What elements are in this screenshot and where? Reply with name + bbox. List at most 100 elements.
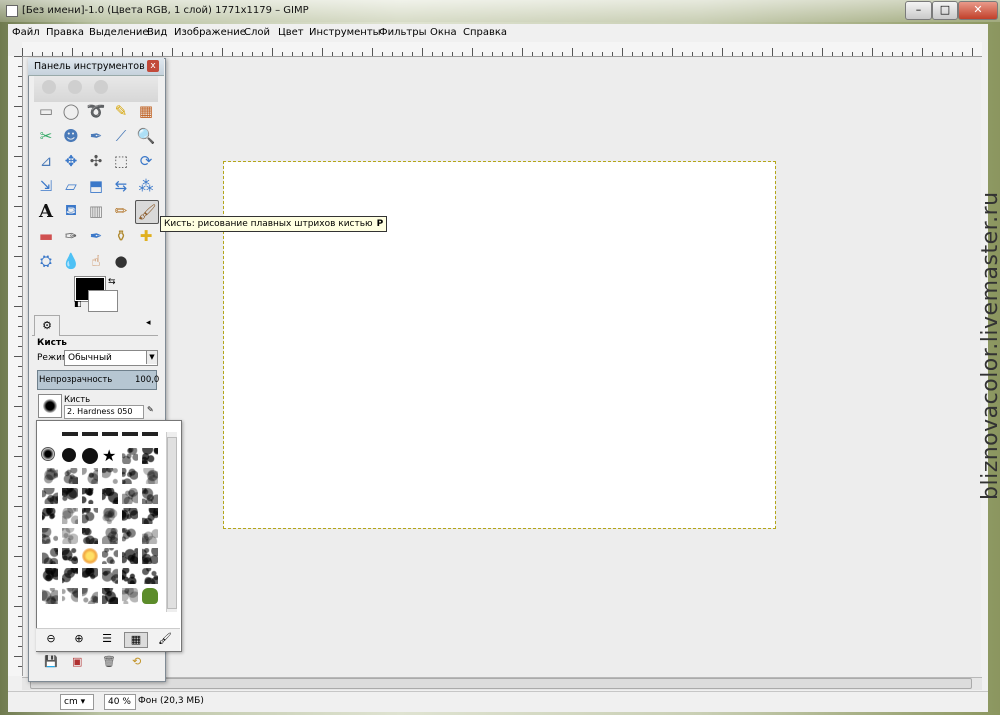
smudge-icon[interactable]: ☝ [85, 250, 107, 272]
brush-thumbnail[interactable] [142, 568, 158, 584]
brush-thumbnail[interactable] [102, 508, 118, 524]
crop-icon[interactable]: ⬚ [110, 150, 132, 172]
brush-thumbnail[interactable] [102, 432, 118, 436]
blur-icon[interactable]: 💧 [60, 250, 82, 272]
brush-thumbnail[interactable] [142, 508, 158, 524]
flip-icon[interactable]: ⇆ [110, 175, 132, 197]
brush-thumbnail[interactable] [142, 468, 158, 484]
brush-thumbnail[interactable] [42, 528, 58, 544]
bucket-fill-icon[interactable]: ⛾ [60, 200, 82, 222]
lasso-icon[interactable]: ➰ [85, 100, 107, 122]
brush-thumbnail[interactable] [122, 568, 138, 584]
list-view-icon[interactable]: ☰ [98, 632, 116, 646]
maximize-button[interactable]: □ [932, 1, 958, 20]
tab-tool-options[interactable]: ⚙ [34, 315, 60, 336]
brush-thumbnail[interactable] [102, 568, 118, 584]
brush-thumbnail[interactable] [62, 548, 78, 564]
edit-brush-icon[interactable]: 🖌 [156, 632, 174, 646]
brush-thumbnail[interactable] [42, 468, 58, 484]
brush-thumbnail[interactable] [122, 448, 138, 464]
unit-select[interactable]: cm ▾ [60, 694, 94, 710]
zoom-in-icon[interactable]: ⊕ [70, 632, 88, 646]
brush-thumbnail[interactable] [42, 588, 58, 604]
brush-thumbnail[interactable] [102, 588, 118, 604]
chevron-down-icon[interactable]: ▼ [146, 351, 157, 364]
brush-thumbnail[interactable] [82, 548, 98, 564]
restore-options-icon[interactable]: ▣ [72, 655, 82, 668]
eraser-icon[interactable]: ▬ [35, 225, 57, 247]
brush-thumbnail[interactable] [82, 588, 98, 604]
brush-thumbnail[interactable] [62, 432, 78, 436]
perspective-icon[interactable]: ⬒ [85, 175, 107, 197]
brush-thumbnail[interactable] [82, 468, 98, 484]
zoom-icon[interactable]: 🔍 [135, 125, 157, 147]
minimize-button[interactable]: – [905, 1, 932, 20]
heal-icon[interactable]: ✚ [135, 225, 157, 247]
brush-thumbnail[interactable] [62, 508, 78, 524]
brush-thumbnail[interactable] [62, 468, 78, 484]
swap-colors-icon[interactable]: ⇆ [108, 277, 116, 287]
clone-icon[interactable]: ⚱ [110, 225, 132, 247]
brush-name-field[interactable]: 2. Hardness 050 [64, 405, 144, 419]
rotate-icon[interactable]: ⟳ [135, 150, 157, 172]
ink-icon[interactable]: ✒ [85, 225, 107, 247]
brush-thumbnail[interactable] [102, 548, 118, 564]
brush-thumbnail[interactable] [62, 568, 78, 584]
delete-options-icon[interactable]: 🗑 [102, 655, 116, 668]
brush-thumbnail[interactable] [122, 508, 138, 524]
save-options-icon[interactable]: 💾 [44, 655, 58, 668]
menu-file[interactable]: Файл [12, 27, 40, 38]
menu-edit[interactable]: Правка [46, 27, 84, 38]
brush-thumbnail[interactable] [82, 448, 98, 464]
zoom-out-icon[interactable]: ⊖ [42, 632, 60, 646]
toolbox-close-button[interactable]: x [147, 60, 159, 72]
menu-tools[interactable]: Инструменты [309, 27, 381, 38]
brush-thumbnail[interactable] [82, 432, 98, 436]
mode-select[interactable]: Обычный [64, 350, 158, 366]
brush-preview-button[interactable] [38, 394, 62, 418]
brush-thumbnail[interactable] [102, 528, 118, 544]
paintbrush-icon[interactable]: 🖌 [135, 200, 159, 224]
menu-help[interactable]: Справка [463, 27, 507, 38]
blend-icon[interactable]: ▥ [85, 200, 107, 222]
brush-thumbnail[interactable] [142, 588, 158, 604]
menu-select[interactable]: Выделение [89, 27, 149, 38]
brush-thumbnail[interactable] [142, 548, 158, 564]
zoom-select[interactable]: 40 % [104, 694, 136, 710]
ellipse-select-icon[interactable]: ◯ [60, 100, 82, 122]
menu-windows[interactable]: Окна [430, 27, 457, 38]
brush-thumbnail[interactable] [42, 548, 58, 564]
default-colors-icon[interactable]: ◧ [74, 299, 82, 308]
brush-thumbnail[interactable] [82, 528, 98, 544]
color-picker-icon[interactable]: ⟋ [110, 125, 132, 147]
brush-thumbnail[interactable] [122, 468, 138, 484]
brush-thumbnail[interactable] [41, 447, 55, 461]
brush-thumbnail[interactable] [42, 568, 58, 584]
measure-icon[interactable]: ⊿ [35, 150, 57, 172]
menu-layer[interactable]: Слой [244, 27, 270, 38]
brush-thumbnail[interactable] [82, 508, 98, 524]
brush-thumbnail[interactable] [122, 588, 138, 604]
brush-thumbnail[interactable] [102, 468, 118, 484]
airbrush-icon[interactable]: ✑ [60, 225, 82, 247]
brush-thumbnail[interactable] [122, 528, 138, 544]
rect-select-icon[interactable]: ▭ [35, 100, 57, 122]
brush-thumbnail[interactable] [122, 488, 138, 504]
brush-thumbnail[interactable] [102, 488, 118, 504]
cage-icon[interactable]: ⁂ [135, 175, 157, 197]
brush-thumbnail[interactable] [82, 488, 98, 504]
foreground-select-icon[interactable]: ☻ [60, 125, 82, 147]
scissors-icon[interactable]: ✂ [35, 125, 57, 147]
menu-image[interactable]: Изображение [174, 27, 246, 38]
color-select-icon[interactable]: ▦ [135, 100, 157, 122]
vertical-ruler[interactable] [8, 56, 23, 676]
dock-menu-icon[interactable]: ◂ [146, 318, 151, 328]
menu-filters[interactable]: Фильтры [379, 27, 426, 38]
edit-brush-icon[interactable]: ✎ [147, 405, 156, 417]
horizontal-ruler[interactable] [22, 42, 982, 57]
dodge-burn-icon[interactable]: ● [110, 250, 132, 272]
fuzzy-select-icon[interactable]: ✎ [110, 100, 132, 122]
shear-icon[interactable]: ▱ [60, 175, 82, 197]
align-icon[interactable]: ✣ [85, 150, 107, 172]
menu-color[interactable]: Цвет [278, 27, 304, 38]
